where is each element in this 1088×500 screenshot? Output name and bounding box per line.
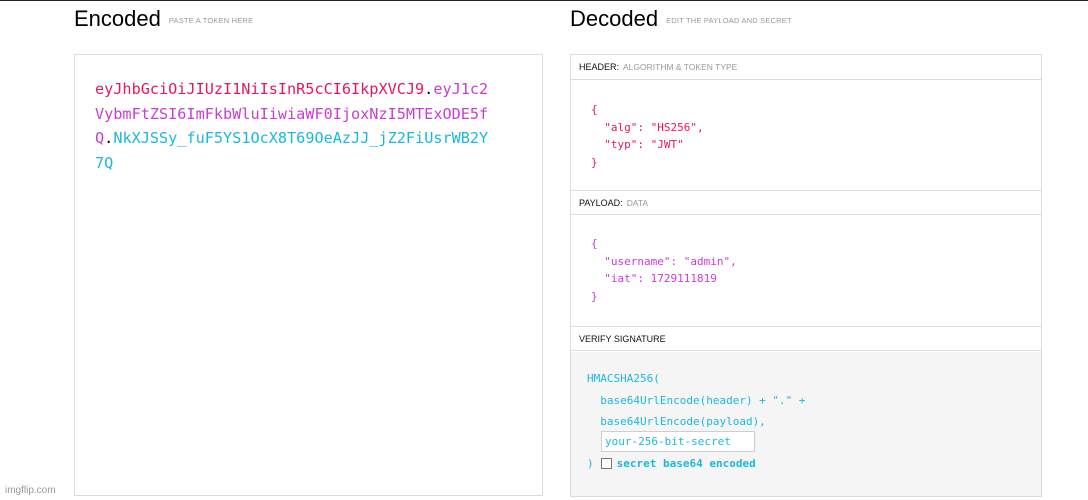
decoded-heading: Decoded EDIT THE PAYLOAD AND SECRET — [570, 6, 792, 32]
encoded-heading: Encoded PASTE A TOKEN HERE — [74, 6, 253, 32]
encoded-hint: PASTE A TOKEN HERE — [168, 15, 254, 25]
close-row: ) secret base64 encoded — [587, 457, 756, 470]
token-dot: . — [104, 129, 114, 147]
secret-input[interactable] — [601, 431, 755, 452]
token-dot: . — [424, 80, 434, 98]
token-header-part: eyJhbGciOiJIUzI1NiIsInR5cCI6IkpXVCJ9 — [95, 80, 425, 98]
hmac-code: HMACSHA256( base64UrlEncode(header) + ".… — [587, 372, 806, 428]
verify-label: VERIFY SIGNATURE — [579, 334, 666, 344]
top-border — [0, 0, 1088, 1]
payload-json-editor[interactable]: { "username": "admin", "iat": 1729111819… — [591, 235, 737, 305]
decoded-panel: HEADER: ALGORITHM & TOKEN TYPE { "alg": "… — [570, 54, 1042, 497]
decoded-title: Decoded — [570, 6, 659, 31]
imgflip-watermark: imgflip.com — [5, 485, 56, 496]
token-signature-part: NkXJSSy_fuF5YS1OcX8T69OeAzJJ_jZ2FiUsrWB2… — [95, 129, 489, 172]
encoded-token-editor[interactable]: eyJhbGciOiJIUzI1NiIsInR5cCI6IkpXVCJ9.eyJ… — [74, 54, 543, 496]
decoded-hint: EDIT THE PAYLOAD AND SECRET — [666, 15, 792, 25]
base64-label[interactable]: secret base64 encoded — [617, 457, 756, 470]
payload-label: PAYLOAD: — [579, 198, 623, 208]
verify-section-label: VERIFY SIGNATURE — [571, 326, 1041, 351]
payload-sublabel: DATA — [626, 198, 649, 208]
verify-signature-body: HMACSHA256( base64UrlEncode(header) + ".… — [571, 352, 1041, 496]
token-text[interactable]: eyJhbGciOiJIUzI1NiIsInR5cCI6IkpXVCJ9.eyJ… — [95, 77, 495, 175]
header-json-editor[interactable]: { "alg": "HS256", "typ": "JWT" } — [591, 101, 704, 171]
header-sublabel: ALGORITHM & TOKEN TYPE — [623, 62, 738, 72]
encoded-title: Encoded — [74, 6, 161, 31]
header-label: HEADER: — [579, 62, 620, 72]
base64-checkbox[interactable] — [600, 458, 612, 469]
payload-section-label: PAYLOAD: DATA — [571, 190, 1041, 215]
close-paren: ) — [587, 457, 594, 470]
header-section-label: HEADER: ALGORITHM & TOKEN TYPE — [571, 55, 1041, 80]
